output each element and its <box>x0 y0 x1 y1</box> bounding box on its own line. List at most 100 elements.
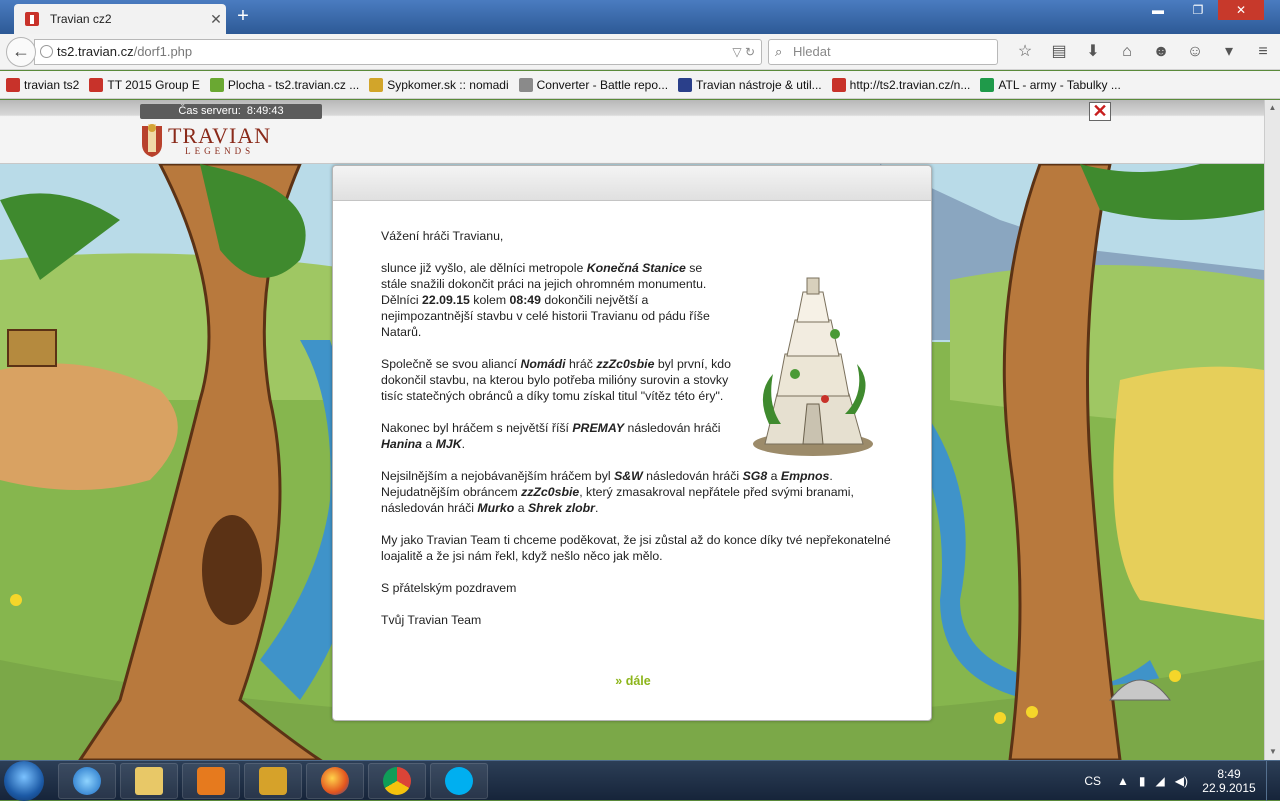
battery-icon[interactable]: ▮ <box>1139 774 1146 788</box>
tray-expand-icon[interactable]: ▲ <box>1117 774 1129 788</box>
bookmark-favicon-icon <box>980 77 995 92</box>
taskbar-skype[interactable] <box>430 763 488 799</box>
clock-date: 22.9.2015 <box>1202 781 1256 795</box>
greeting: Vážení hráči Travianu, <box>381 229 504 243</box>
travian-shield-icon <box>142 124 162 157</box>
paragraph-largest-empire: Nakonec byl hráčem s největší říší PREMA… <box>381 421 721 451</box>
search-icon: ⌕ <box>775 44 783 59</box>
bookmark-label: Sypkomer.sk :: nomadi <box>387 77 509 92</box>
bookmark-favicon-icon <box>678 77 693 92</box>
logo-title: TRAVIAN <box>168 122 272 148</box>
travian-logo[interactable]: TRAVIAN LEGENDS <box>140 122 271 158</box>
tab-close-icon[interactable]: ✕ <box>206 11 226 28</box>
travian-favicon-icon <box>25 12 39 26</box>
system-tray: CS ▲ ▮ ◢ ◀) 8:49 22.9.2015 <box>1084 761 1280 801</box>
clock[interactable]: 8:49 22.9.2015 <box>1198 767 1260 795</box>
scroll-down-icon[interactable]: ▼ <box>1265 744 1280 760</box>
bookmark-label: travian ts2 <box>24 77 80 92</box>
search-input[interactable]: ⌕ Hledat <box>768 39 998 65</box>
paragraph-wonder: slunce již vyšlo, ale dělníci metropole … <box>381 261 710 339</box>
language-indicator[interactable]: CS <box>1084 774 1101 788</box>
back-arrow-icon: ← <box>12 41 30 61</box>
bookmark-label: http://ts2.travian.cz/n... <box>849 77 971 92</box>
tab-title: Travian cz2 <box>50 12 112 26</box>
signature: Tvůj Travian Team <box>381 613 482 627</box>
folder-icon <box>135 767 163 795</box>
taskbar-ie[interactable] <box>58 763 116 799</box>
url-path: /dorf1.php <box>133 44 193 59</box>
bookmark-star-icon[interactable]: ☆ <box>1008 41 1042 63</box>
bookmark-favicon-icon <box>518 77 533 92</box>
paragraph-attackers-defenders: Nejsilnějším a nejobávanějším hráčem byl… <box>381 469 854 515</box>
paragraph-thanks: My jako Travian Team ti chceme poděkovat… <box>381 533 891 563</box>
url-bar[interactable]: ts2.travian.cz/dorf1.php ▽ ↻ <box>34 39 762 65</box>
page-viewport: Čas serveru: 8:49:43 TRAVIAN LEGENDS ✕ V… <box>0 100 1280 760</box>
bookmark-label: Plocha - ts2.travian.cz ... <box>227 77 360 92</box>
scroll-up-icon[interactable]: ▲ <box>1265 100 1280 116</box>
taskbar-firefox[interactable] <box>306 763 364 799</box>
browser-tab[interactable]: Travian cz2 ✕ <box>14 4 226 34</box>
bookmark-favicon-icon <box>209 77 224 92</box>
reading-list-icon[interactable]: ▤ <box>1042 41 1076 63</box>
closing-line: S přátelským pozdravem <box>381 581 517 595</box>
game-header: Čas serveru: 8:49:43 TRAVIAN LEGENDS ✕ <box>0 100 1264 164</box>
show-desktop-button[interactable] <box>1266 761 1280 801</box>
bookmark-item[interactable]: travian ts2 <box>6 77 80 92</box>
start-button[interactable] <box>4 761 44 801</box>
reload-icon[interactable]: ▽ ↻ <box>732 40 755 64</box>
bookmark-label: ATL - army - Tabulky ... <box>998 77 1121 92</box>
bookmark-item[interactable]: http://ts2.travian.cz/n... <box>831 77 971 92</box>
chrome-icon <box>383 767 411 795</box>
minimize-button[interactable]: ▬ <box>1138 0 1178 20</box>
clock-time: 8:49 <box>1217 767 1241 781</box>
bookmark-item[interactable]: TT 2015 Group E <box>89 77 200 92</box>
bookmark-favicon-icon <box>369 77 384 92</box>
globe-icon <box>40 45 53 58</box>
bookmark-item[interactable]: Travian nástroje & util... <box>678 77 822 92</box>
close-dialog-button[interactable]: ✕ <box>1089 102 1111 121</box>
bookmark-favicon-icon <box>831 77 846 92</box>
home-icon[interactable]: ⌂ <box>1110 41 1144 63</box>
skype-icon <box>445 767 473 795</box>
app-icon <box>259 767 287 795</box>
menu-icon[interactable]: ≡ <box>1246 41 1280 63</box>
window-close-button[interactable]: ✕ <box>1218 0 1264 20</box>
server-time: Čas serveru: 8:49:43 <box>140 104 322 119</box>
hello-chat-icon[interactable]: ☻ <box>1144 41 1178 63</box>
bookmark-favicon-icon <box>6 77 20 92</box>
bookmark-label: Converter - Battle repo... <box>536 77 669 92</box>
server-time-value: 8:49:43 <box>246 105 284 117</box>
taskbar-media[interactable] <box>182 763 240 799</box>
bookmark-label: Travian nástroje & util... <box>696 77 822 92</box>
continue-link[interactable]: » dále <box>333 674 933 688</box>
addon-icon[interactable]: ☺ <box>1178 41 1212 63</box>
volume-icon[interactable]: ◀) <box>1175 774 1188 788</box>
firefox-icon <box>321 767 349 795</box>
taskbar-app[interactable] <box>244 763 302 799</box>
server-time-label: Čas serveru: <box>178 105 241 117</box>
paragraph-winner: Společně se svou aliancí Nomádi hráč zzZ… <box>381 357 731 403</box>
logo-subtitle: LEGENDS <box>185 145 255 156</box>
navigation-bar: ts2.travian.cz/dorf1.php ▽ ↻ ← ⌕ Hledat … <box>0 34 1280 70</box>
dialog-header <box>333 166 931 201</box>
new-tab-button[interactable]: + <box>232 6 254 28</box>
windows-taskbar: CS ▲ ▮ ◢ ◀) 8:49 22.9.2015 <box>0 760 1280 801</box>
maximize-button[interactable]: ❐ <box>1178 0 1218 20</box>
bookmark-item[interactable]: Converter - Battle repo... <box>518 77 669 92</box>
back-button[interactable]: ← <box>6 37 36 67</box>
dropdown-icon[interactable]: ▾ <box>1212 41 1246 63</box>
downloads-icon[interactable]: ⬇ <box>1076 41 1110 63</box>
taskbar-chrome[interactable] <box>368 763 426 799</box>
world-wonder-image <box>753 277 873 456</box>
url-domain: ts2.travian.cz <box>57 44 134 59</box>
network-icon[interactable]: ◢ <box>1156 774 1165 788</box>
end-of-round-dialog: Vážení hráči Travianu, slunce již vyšlo,… <box>332 165 932 721</box>
vertical-scrollbar[interactable]: ▲ ▼ <box>1264 100 1280 760</box>
bookmark-item[interactable]: ATL - army - Tabulky ... <box>980 77 1121 92</box>
bookmark-item[interactable]: Sypkomer.sk :: nomadi <box>369 77 509 92</box>
bookmarks-bar: travian ts2 TT 2015 Group E Plocha - ts2.t… <box>0 71 1280 99</box>
bookmark-item[interactable]: Plocha - ts2.travian.cz ... <box>209 77 360 92</box>
bookmark-label: TT 2015 Group E <box>107 77 200 92</box>
toolbar-icons: ☆ ▤ ⬇ ⌂ ☻ ☺ ▾ ≡ <box>1008 41 1280 63</box>
taskbar-explorer[interactable] <box>120 763 178 799</box>
